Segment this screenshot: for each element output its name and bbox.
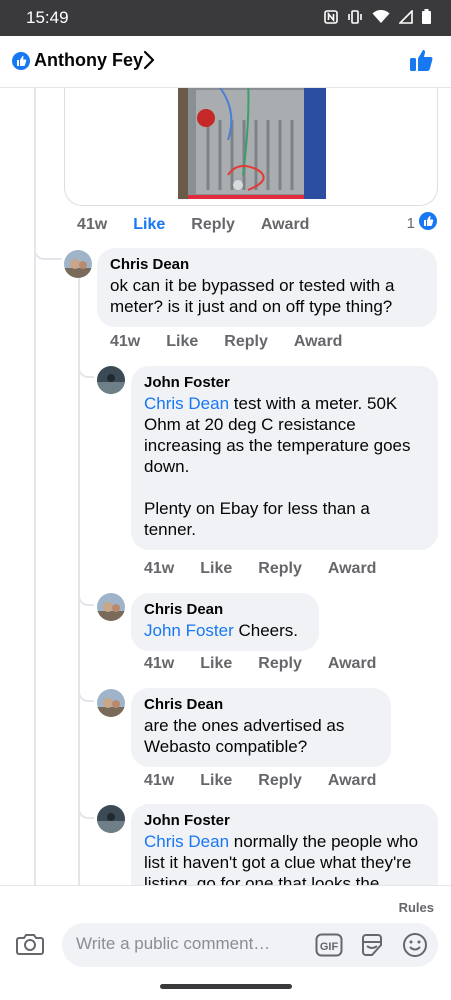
comment-bubble[interactable]: Chris Dean ok can it be bypassed or test… — [97, 248, 437, 327]
award-button[interactable]: Award — [328, 655, 377, 673]
rules-link[interactable]: Rules — [399, 900, 434, 915]
comment-text: Chris Dean normally the people who list … — [144, 831, 425, 885]
avatar[interactable] — [97, 593, 125, 621]
comment-author[interactable]: Chris Dean — [144, 601, 306, 618]
reply-button[interactable]: Reply — [191, 216, 235, 234]
reply-connector — [78, 592, 94, 606]
chevron-right-icon[interactable] — [141, 48, 157, 77]
comment-time: 41w — [144, 772, 175, 789]
award-button[interactable]: Award — [328, 772, 377, 790]
comment-time: 41w — [144, 560, 175, 577]
comment-time: 41w — [144, 655, 175, 672]
comment-text-body: Cheers. — [233, 621, 299, 640]
status-icons — [324, 8, 431, 29]
comment-time: 41w — [110, 333, 141, 350]
status-time: 15:49 — [26, 8, 69, 27]
like-button[interactable]: Like — [200, 560, 232, 578]
mention-link[interactable]: John Foster — [144, 621, 234, 640]
avatar[interactable] — [64, 250, 92, 278]
comment-time: 41w — [77, 216, 108, 233]
mention-link[interactable]: Chris Dean — [144, 832, 229, 851]
reply-button[interactable]: Reply — [258, 655, 302, 673]
comment-text: John Foster Cheers. — [144, 620, 306, 641]
reaction-count[interactable]: 1 — [407, 212, 437, 234]
post-author-name[interactable]: Anthony Fey — [34, 50, 143, 71]
comment-text-paragraph: Plenty on Ebay for less than a tenner. — [144, 499, 370, 539]
comment-author[interactable]: John Foster — [144, 812, 425, 829]
comment-author[interactable]: Chris Dean — [144, 696, 378, 713]
parent-comment-actions: 41w Like Reply Award — [77, 216, 335, 234]
award-button[interactable]: Award — [261, 216, 310, 234]
avatar[interactable] — [97, 689, 125, 717]
status-bar: 15:49 — [0, 0, 451, 36]
comment-thread[interactable]: 41w Like Reply Award 1 Chris Dean ok can… — [0, 88, 451, 885]
comment-text: Chris Dean test with a meter. 50K Ohm at… — [144, 393, 425, 477]
like-badge-icon — [12, 52, 30, 70]
like-button[interactable]: Like — [166, 333, 198, 351]
comment-bubble[interactable]: John Foster Chris Dean normally the peop… — [131, 804, 438, 885]
comment-bubble[interactable]: John Foster Chris Dean test with a meter… — [131, 366, 438, 550]
reply-connector — [78, 688, 94, 702]
reply-connector — [78, 805, 94, 819]
comment-text: ok can it be bypassed or tested with a m… — [110, 276, 395, 316]
thumbs-up-icon[interactable] — [409, 47, 435, 78]
parent-comment-attachment — [64, 88, 438, 206]
avatar[interactable] — [97, 366, 125, 394]
reply-connector — [78, 364, 94, 378]
reply-button[interactable]: Reply — [258, 772, 302, 790]
sticker-icon[interactable] — [359, 932, 385, 963]
wifi-icon — [372, 9, 390, 29]
post-header: Anthony Fey — [0, 36, 451, 88]
thread-line — [34, 88, 36, 885]
mention-link[interactable]: Chris Dean — [144, 394, 229, 413]
comment-bubble[interactable]: Chris Dean are the ones advertised as We… — [131, 688, 391, 767]
avatar[interactable] — [97, 805, 125, 833]
comment-actions: 41w Like Reply Award — [110, 333, 368, 351]
award-button[interactable]: Award — [328, 560, 377, 578]
gif-icon[interactable]: GIF — [315, 933, 343, 962]
comment-bubble[interactable]: Chris Dean John Foster Cheers. — [131, 593, 319, 651]
award-button[interactable]: Award — [294, 333, 343, 351]
comment-input-wrapper[interactable]: GIF — [62, 923, 438, 967]
like-button[interactable]: Like — [133, 216, 165, 234]
comment-composer: Rules GIF — [0, 885, 451, 1000]
reply-button[interactable]: Reply — [258, 560, 302, 578]
signal-icon — [398, 8, 413, 29]
home-indicator[interactable] — [160, 984, 292, 989]
like-button[interactable]: Like — [200, 772, 232, 790]
thread-connector — [34, 238, 62, 260]
heater-photo[interactable] — [178, 88, 326, 199]
like-reaction-icon — [419, 212, 437, 234]
emoji-icon[interactable] — [402, 932, 428, 963]
like-button[interactable]: Like — [200, 655, 232, 673]
comment-actions: 41w Like Reply Award — [144, 772, 402, 790]
reply-button[interactable]: Reply — [224, 333, 268, 351]
comment-input[interactable] — [76, 934, 306, 954]
comment-author[interactable]: Chris Dean — [110, 256, 424, 273]
camera-icon[interactable] — [16, 932, 44, 961]
battery-icon — [422, 9, 431, 29]
vibrate-icon — [347, 9, 363, 29]
comment-text: are the ones advertised as Webasto compa… — [144, 716, 345, 756]
reaction-count-value: 1 — [406, 214, 415, 232]
comment-actions: 41w Like Reply Award — [144, 560, 402, 578]
gif-label: GIF — [320, 941, 339, 953]
comment-author[interactable]: John Foster — [144, 374, 425, 391]
nfc-icon — [324, 9, 338, 29]
comment-actions: 41w Like Reply Award — [144, 655, 402, 673]
